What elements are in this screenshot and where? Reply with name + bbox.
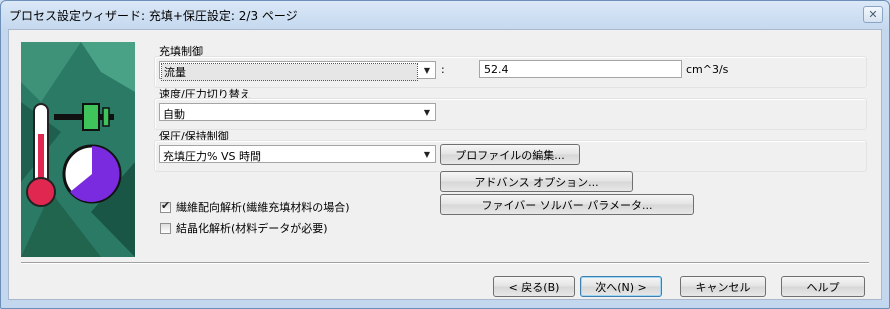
wizard-side-image — [21, 42, 135, 257]
chevron-down-icon: ▼ — [423, 65, 431, 75]
fill-value-input[interactable]: 52.4 — [479, 60, 682, 78]
fiber-orientation-checkbox-row[interactable]: ✔ 繊維配向解析(繊維充填材料の場合) — [160, 199, 350, 215]
window-title: プロセス設定ウィザード: 充填+保圧設定: 2/3 ページ — [9, 9, 298, 23]
fiber-orientation-checkbox[interactable]: ✔ — [160, 198, 171, 213]
footer-separator — [21, 262, 869, 264]
pack-holding-control-select[interactable]: 充填圧力% VS 時間 ▼ — [159, 145, 436, 163]
cancel-button[interactable]: キャンセル — [680, 276, 766, 297]
crystallization-checkbox-row[interactable]: 結晶化解析(材料データが必要) — [160, 220, 328, 236]
edit-profile-button[interactable]: プロファイルの編集... — [440, 144, 580, 165]
chevron-down-icon: ▼ — [423, 149, 431, 159]
chevron-down-icon: ▼ — [423, 107, 431, 117]
wizard-window: プロセス設定ウィザード: 充填+保圧設定: 2/3 ページ ✕ 充填制御 流量 … — [0, 0, 890, 309]
help-button[interactable]: ヘルプ — [781, 276, 865, 297]
title-bar[interactable]: プロセス設定ウィザード: 充填+保圧設定: 2/3 ページ ✕ — [1, 1, 889, 29]
next-button[interactable]: 次へ(N) > — [580, 276, 662, 297]
fill-value-unit: cm^3/s — [686, 63, 729, 76]
checkmark-icon: ✔ — [161, 198, 171, 212]
back-button[interactable]: < 戻る(B) — [493, 276, 575, 297]
fill-value-separator: : — [441, 63, 445, 76]
advanced-options-button[interactable]: アドバンス オプション... — [440, 171, 633, 192]
crystallization-label: 結晶化解析(材料データが必要) — [176, 222, 328, 235]
fill-control-select[interactable]: 流量 ▼ — [159, 61, 436, 81]
crystallization-checkbox[interactable] — [160, 222, 171, 234]
dialog-body: 充填制御 流量 ▼ : 52.4 cm^3/s 速度/圧力切り替え 自動 ▼ 保… — [8, 29, 882, 300]
clock-icon — [62, 144, 122, 204]
fiber-orientation-label: 繊維配向解析(繊維充填材料の場合) — [176, 201, 350, 214]
close-icon: ✕ — [868, 8, 878, 21]
fiber-solver-parameters-button[interactable]: ファイバー ソルバー パラメータ... — [440, 194, 694, 215]
velocity-pressure-switch-select[interactable]: 自動 ▼ — [159, 103, 436, 121]
close-button[interactable]: ✕ — [863, 6, 883, 23]
